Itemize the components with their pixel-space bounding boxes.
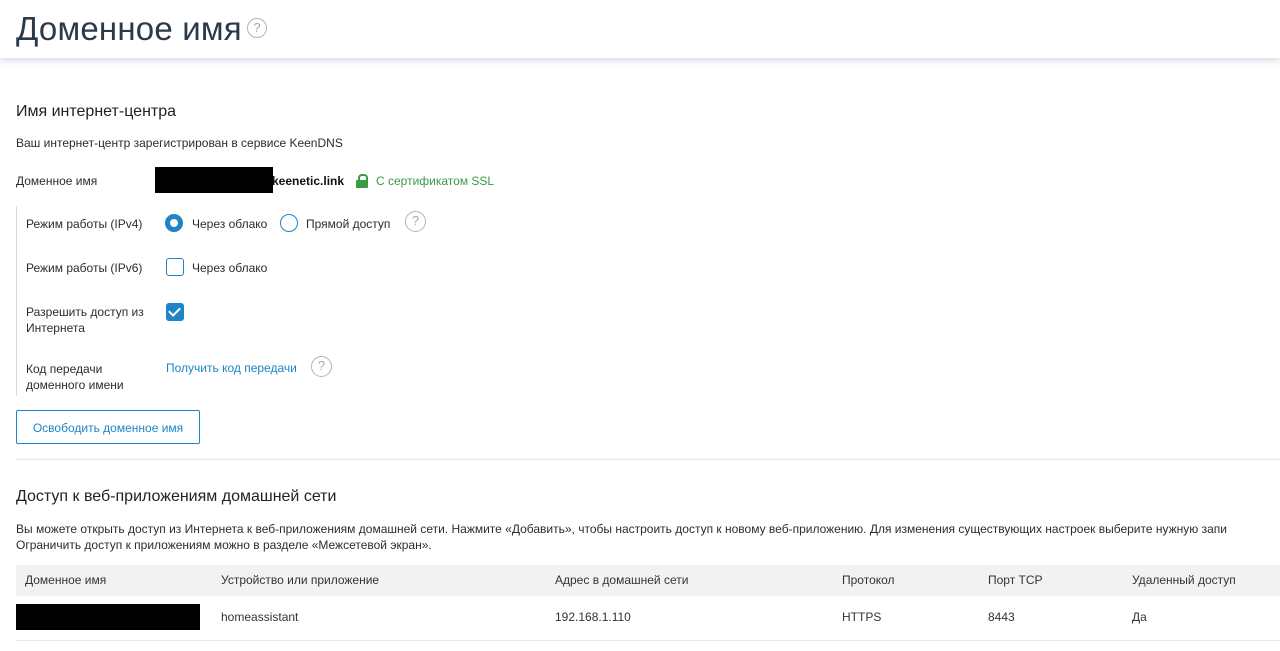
- redacted-domain-cell: [16, 604, 200, 630]
- radio-cloud-ipv4-label[interactable]: Через облако: [192, 216, 267, 232]
- transfer-code-label-line2: доменного имени: [26, 378, 124, 392]
- help-icon[interactable]: ?: [247, 18, 267, 38]
- settings-group-line: [16, 206, 17, 396]
- column-header-port: Порт TCP: [988, 573, 1043, 587]
- domain-name-label: Доменное имя: [16, 174, 98, 188]
- internet-access-label-line2: Интернета: [26, 321, 85, 335]
- column-header-remote: Удаленный доступ: [1132, 573, 1236, 587]
- column-header-protocol: Протокол: [842, 573, 895, 587]
- page-title: Доменное имя: [16, 10, 242, 47]
- release-domain-button[interactable]: Освободить доменное имя: [16, 410, 200, 444]
- table-row[interactable]: homeassistant 192.168.1.110 HTTPS 8443 Д…: [16, 597, 1280, 641]
- domain-suffix: keenetic.link: [272, 174, 345, 188]
- redacted-domain-prefix: [155, 167, 273, 193]
- transfer-code-label-line1: Код передачи: [26, 362, 103, 376]
- column-header-device: Устройство или приложение: [221, 573, 380, 587]
- page-header: Доменное имя ?: [0, 0, 1280, 58]
- ipv6-cloud-label[interactable]: Через облако: [192, 260, 267, 276]
- cell-port: 8443: [988, 610, 1015, 624]
- radio-direct-ipv4[interactable]: [280, 214, 298, 232]
- section-title-web-apps: Доступ к веб-приложениям домашней сети: [16, 488, 337, 505]
- radio-direct-ipv4-label[interactable]: Прямой доступ: [306, 216, 390, 232]
- radio-cloud-ipv4[interactable]: [165, 214, 183, 232]
- cell-device: homeassistant: [221, 610, 299, 624]
- keendns-description: Ваш интернет-центр зарегистрирован в сер…: [16, 136, 343, 150]
- cell-address: 192.168.1.110: [555, 610, 631, 624]
- web-apps-description-line1: Вы можете открыть доступ из Интернета к …: [16, 522, 1227, 536]
- ipv6-mode-label: Режим работы (IPv6): [26, 261, 143, 275]
- cell-remote: Да: [1132, 610, 1147, 624]
- lock-icon: [356, 174, 368, 188]
- ipv4-mode-label: Режим работы (IPv4): [26, 217, 143, 231]
- column-header-address: Адрес в домашней сети: [555, 573, 689, 587]
- cell-protocol: HTTPS: [842, 610, 882, 624]
- internet-access-label-line1: Разрешить доступ из: [26, 305, 144, 319]
- get-transfer-code-link[interactable]: Получить код передачи: [166, 361, 297, 375]
- transfer-code-help-icon[interactable]: ?: [311, 356, 332, 377]
- ssl-status: С сертификатом SSL: [356, 172, 494, 190]
- section-title-router-name: Имя интернет-центра: [16, 103, 177, 120]
- ipv4-help-icon[interactable]: ?: [405, 211, 426, 232]
- ipv6-cloud-checkbox[interactable]: [166, 258, 184, 276]
- ssl-status-text: С сертификатом SSL: [376, 174, 495, 188]
- web-apps-description-line2: Ограничить доступ к приложениям можно в …: [16, 538, 432, 552]
- internet-access-checkbox[interactable]: [166, 303, 184, 321]
- section-divider: [16, 459, 1280, 460]
- apps-table-header: Доменное имя Устройство или приложение А…: [16, 565, 1280, 596]
- column-header-domain: Доменное имя: [25, 573, 107, 587]
